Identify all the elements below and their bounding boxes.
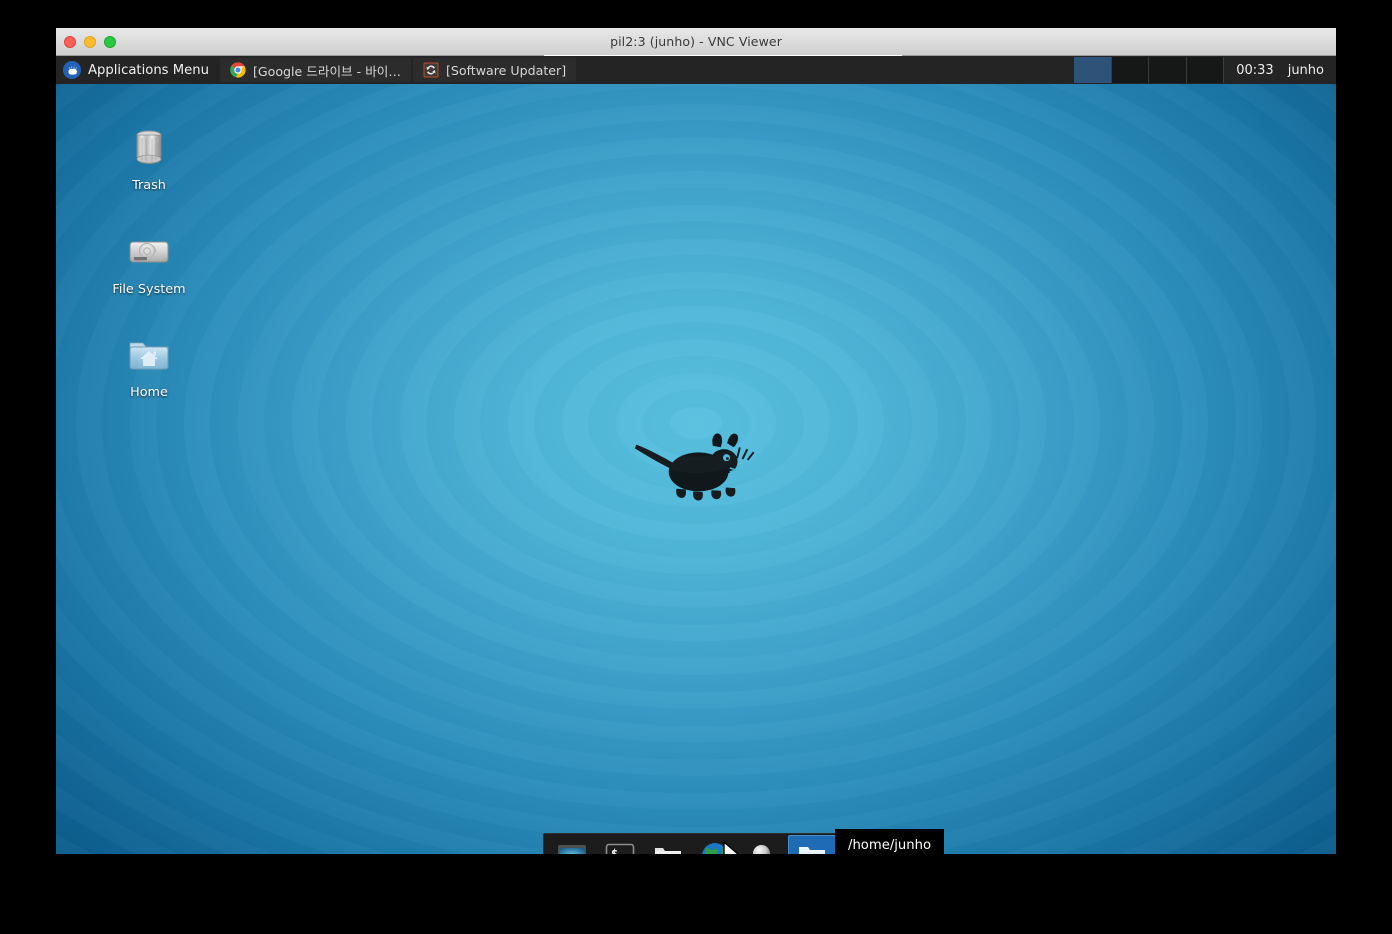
window-titlebar[interactable]: pil2:3 (junho) - VNC Viewer [56, 28, 1336, 56]
panel-username[interactable]: junho [1286, 56, 1336, 84]
file-manager-icon [652, 841, 684, 854]
task-label: [Google 드라이브 - 바이… [252, 63, 401, 79]
task-button-software-updater[interactable]: [Software Updater] [412, 58, 577, 82]
software-updater-icon [423, 62, 439, 78]
applications-menu-button[interactable]: Applications Menu [56, 56, 219, 84]
desktop-icon-label: File System [112, 282, 186, 297]
svg-text:$: $ [611, 847, 618, 854]
window-controls [64, 28, 116, 56]
desktop-icon-label: Trash [132, 178, 166, 193]
workspace-1[interactable] [1074, 57, 1112, 83]
dock-tooltip: /home/junho [835, 829, 945, 854]
maximize-button[interactable] [104, 36, 116, 48]
desktop-icon-label: Home [130, 385, 168, 400]
workspace-2[interactable] [1111, 57, 1150, 83]
terminal-icon: $ [604, 841, 636, 854]
vnc-viewer-window: pil2:3 (junho) - VNC Viewer Applications… [56, 28, 1336, 854]
dock-item-home-folder[interactable] [788, 835, 836, 854]
home-folder-icon [125, 331, 173, 379]
window-task-list: [Google 드라이브 - 바이… [Software Updater] [219, 56, 577, 84]
dock-item-application-finder[interactable] [740, 835, 788, 854]
show-desktop-icon [556, 841, 588, 854]
remote-desktop[interactable]: Applications Menu [Google 드라이브 - 바이… [So… [56, 56, 1336, 854]
task-button-google-drive[interactable]: [Google 드라이브 - 바이… [219, 58, 411, 82]
xfce-mouse-icon [63, 61, 81, 79]
task-label: [Software Updater] [445, 62, 567, 78]
harddisk-icon [125, 228, 173, 276]
workspace-3[interactable] [1149, 57, 1187, 83]
dock-item-file-manager[interactable] [644, 835, 692, 854]
folder-open-icon [796, 841, 828, 854]
web-browser-icon [700, 841, 732, 854]
desktop-icon-home[interactable]: Home [102, 331, 196, 400]
chrome-icon [230, 62, 246, 78]
xfce-mouse-logo [631, 428, 761, 508]
dock-item-terminal[interactable]: $ [596, 835, 644, 854]
panel-spacer [577, 56, 1074, 84]
xfce-dock-panel: $ [543, 833, 841, 854]
magnifier-icon [748, 841, 780, 854]
desktop-icon-file-system[interactable]: File System [102, 228, 196, 297]
desktop-icon-trash[interactable]: Trash [102, 124, 196, 193]
workspace-4[interactable] [1186, 57, 1225, 83]
close-button[interactable] [64, 36, 76, 48]
dock-item-web-browser[interactable] [692, 835, 740, 854]
applications-menu-label: Applications Menu [88, 62, 209, 78]
xfce-top-panel: Applications Menu [Google 드라이브 - 바이… [So… [56, 56, 1336, 84]
panel-clock[interactable]: 00:33 [1224, 56, 1285, 84]
window-title: pil2:3 (junho) - VNC Viewer [610, 34, 782, 49]
dock-item-show-desktop[interactable] [548, 835, 596, 854]
trash-icon [125, 124, 173, 172]
workspace-switcher[interactable] [1074, 57, 1225, 83]
minimize-button[interactable] [84, 36, 96, 48]
